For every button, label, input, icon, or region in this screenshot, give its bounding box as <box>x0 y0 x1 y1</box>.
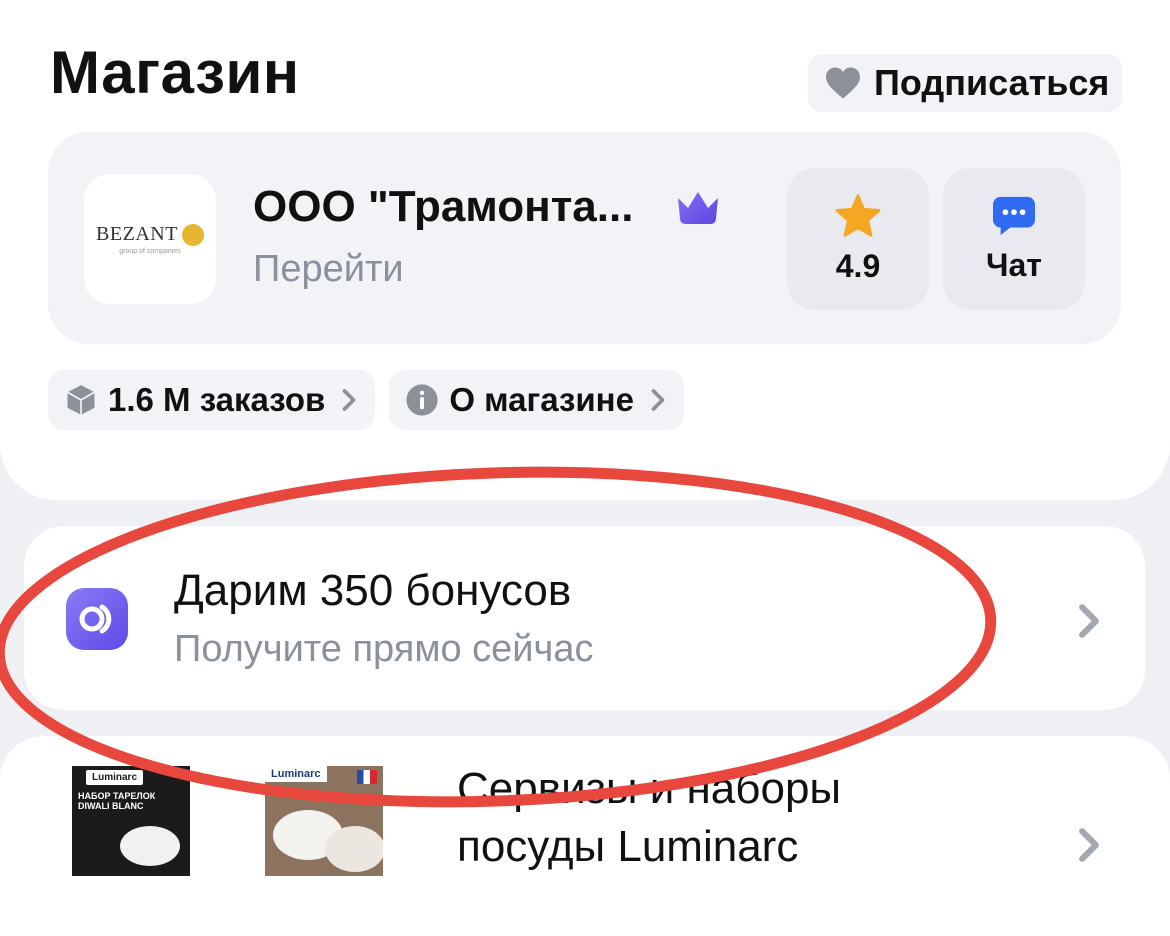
chevron-right-icon <box>342 389 356 411</box>
chevron-right-icon <box>1079 828 1099 862</box>
france-flag-icon <box>357 770 377 784</box>
page-title: Магазин <box>50 39 300 106</box>
thumbnail-brand: Luminarc <box>86 770 144 785</box>
info-icon <box>406 384 438 416</box>
seller-logo-subtext: group of companies <box>119 248 181 255</box>
product-thumbnail[interactable]: Luminarc НАБОР ТАРЕЛОК DIWALI BLANC <box>72 766 190 876</box>
subscribe-button[interactable]: Подписаться <box>808 54 1122 112</box>
seller-logo: BEZANT group of companies <box>84 174 216 304</box>
collection-title[interactable]: Сервизы и наборы посуды Luminarc <box>457 760 957 876</box>
chat-tile[interactable]: Чат <box>943 168 1085 310</box>
thumbnail-text: НАБОР ТАРЕЛОК DIWALI BLANC <box>78 791 156 811</box>
box-icon <box>67 385 95 415</box>
bonus-logo-icon <box>66 588 128 650</box>
about-shop-label: О магазине <box>449 381 634 418</box>
bonus-subtitle: Получите прямо сейчас <box>174 628 594 670</box>
crown-icon <box>678 192 718 224</box>
star-icon <box>835 193 881 237</box>
chevron-right-icon <box>1079 604 1099 638</box>
bonus-title: Дарим 350 бонусов <box>174 566 572 615</box>
heart-icon <box>826 67 860 99</box>
bonus-banner[interactable]: Дарим 350 бонусов Получите прямо сейчас <box>24 526 1145 710</box>
rating-tile[interactable]: 4.9 <box>787 168 929 310</box>
plate-image <box>120 826 180 866</box>
chevron-right-icon <box>651 389 665 411</box>
subscribe-label: Подписаться <box>874 62 1110 103</box>
seller-logo-text: BEZANT <box>96 223 178 245</box>
thumbnail-brand: Luminarc <box>265 766 327 782</box>
collection-card[interactable]: Luminarc НАБОР ТАРЕЛОК DIWALI BLANC Lumi… <box>0 736 1170 936</box>
seller-card[interactable]: BEZANT group of companies ООО "Трамонта.… <box>48 132 1121 344</box>
seller-logo-dot <box>181 223 204 246</box>
orders-count: 1.6 М заказов <box>108 381 326 418</box>
orders-chip[interactable]: 1.6 М заказов <box>48 370 376 430</box>
seller-name[interactable]: ООО "Трамонта... <box>253 182 633 232</box>
rating-value: 4.9 <box>835 247 881 284</box>
product-thumbnail[interactable]: Luminarc <box>265 766 383 876</box>
about-shop-chip[interactable]: О магазине <box>389 370 684 430</box>
chat-icon <box>993 196 1035 235</box>
collection-title-line: посуды Luminarc <box>457 822 799 871</box>
seller-go-link[interactable]: Перейти <box>253 248 404 291</box>
seller-chips: 1.6 М заказов О магазине <box>48 370 698 430</box>
plate-image <box>325 826 383 872</box>
chat-label: Чат <box>986 246 1042 283</box>
collection-title-line: Сервизы и наборы <box>457 764 842 813</box>
